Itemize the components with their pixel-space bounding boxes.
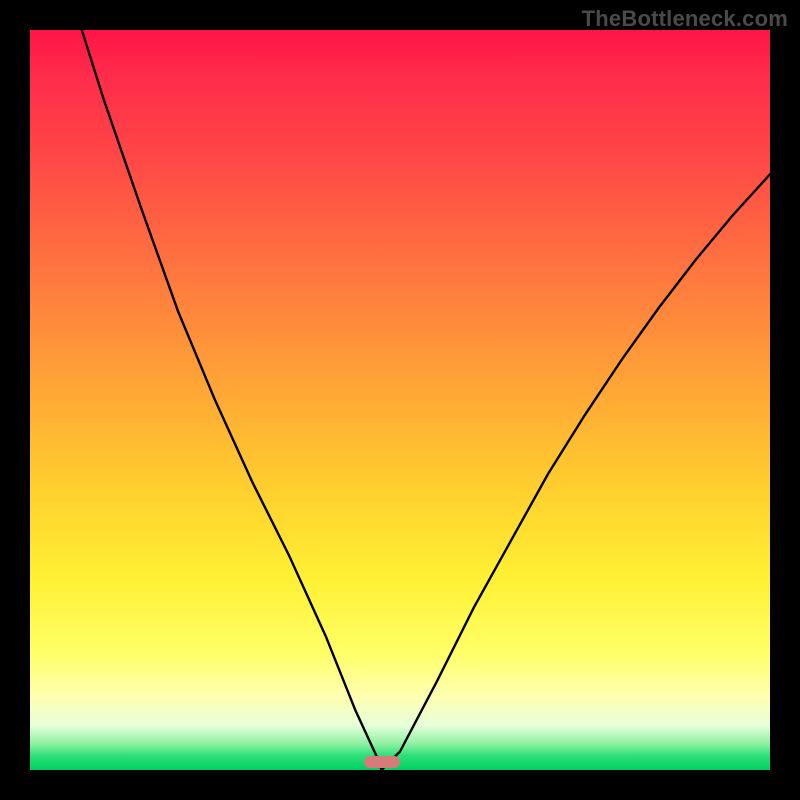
bottleneck-curve xyxy=(30,30,770,770)
watermark-label: TheBottleneck.com xyxy=(582,6,788,32)
minimum-marker xyxy=(364,756,400,768)
chart-plot-area xyxy=(30,30,770,770)
